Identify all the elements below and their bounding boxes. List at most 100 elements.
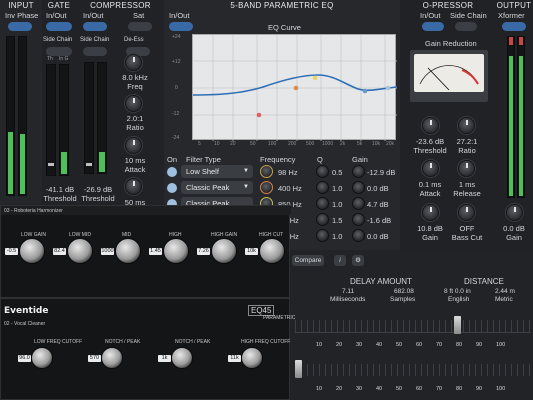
eq-band2-freq-knob[interactable]: [260, 181, 273, 194]
ev2-low-cutoff-label: LOW FREQ CUTOFF: [34, 339, 83, 345]
input-title: INPUT: [8, 1, 34, 10]
eq-inout-toggle[interactable]: [169, 22, 193, 31]
ev1-knob-row: -0.5 LOW GAIN 82.4 LOW MID 1000 MID 1.45…: [1, 230, 291, 290]
chevron-down-icon: ▼: [243, 168, 249, 174]
gear-icon[interactable]: ⚙: [352, 255, 364, 266]
output-xformer-toggle[interactable]: [502, 22, 526, 31]
delay-fine-thumb[interactable]: [295, 360, 302, 378]
distance-metric-value: 2.44 m: [495, 288, 515, 295]
ev2-knob-high-cutoff[interactable]: [241, 347, 263, 369]
ev2-knob-row: 96.0 LOW FREQ CUTOFF 570 NOTCH / PEAK 1k…: [1, 339, 291, 399]
ev1-knob-high-cut[interactable]: [259, 238, 285, 264]
ev1-knob-low-mid[interactable]: [67, 238, 93, 264]
gate-sidechain-toggle[interactable]: [46, 47, 72, 56]
op-threshold-knob[interactable]: [422, 117, 439, 134]
ev2-knob-notch-2[interactable]: [171, 347, 193, 369]
op-inout-label: In/Out: [420, 11, 441, 20]
eq-band3-gain: 4.7 dB: [367, 200, 389, 209]
comp-ratio-knob[interactable]: [125, 95, 142, 112]
gate-th-label: Th: [47, 56, 53, 62]
eq-band2-q-knob[interactable]: [316, 181, 329, 194]
op-sidechain-toggle[interactable]: [455, 22, 477, 31]
eq-band3-gain-knob[interactable]: [352, 197, 365, 210]
vu-meter-svg: [419, 65, 479, 91]
eq-band2-gain: 0.0 dB: [367, 184, 389, 193]
eq-curve-label: EQ Curve: [268, 23, 301, 32]
delay-coarse-thumb[interactable]: [454, 316, 461, 334]
ev1-high-gain-label: HIGH GAIN: [211, 232, 238, 238]
eq-xtick: 200: [288, 141, 297, 147]
op-attack-knob[interactable]: [422, 160, 439, 177]
op-ratio-knob[interactable]: [458, 117, 475, 134]
gate-threshold-meter: [46, 64, 56, 176]
eq-band2-gain-knob[interactable]: [352, 181, 365, 194]
compare-button[interactable]: Compare: [292, 255, 324, 266]
gate-inout-toggle[interactable]: [46, 22, 72, 31]
eq-band1-on[interactable]: [167, 167, 177, 177]
info-icon[interactable]: i: [334, 255, 346, 266]
comp-ratio-label: Ratio: [126, 123, 144, 132]
distance-english-label: English: [448, 296, 470, 303]
inv-phase-toggle[interactable]: [8, 22, 32, 31]
ev2-preset-name[interactable]: 02 - Vocal Cleaner: [4, 321, 45, 327]
eq-xtick: 20: [230, 141, 236, 147]
eq-band3-q-knob[interactable]: [316, 197, 329, 210]
eq-band1-type[interactable]: Low Shelf ▼: [181, 165, 253, 178]
eq-band4-handle[interactable]: [362, 88, 368, 94]
eq-header-on: On: [167, 155, 178, 164]
eq-band1-freq-knob[interactable]: [260, 165, 273, 178]
eq-xtick: 5k: [357, 141, 363, 147]
eq-xtick: 10: [214, 141, 220, 147]
eq-band5-gain-knob[interactable]: [352, 229, 365, 242]
eq-xtick: 50: [250, 141, 256, 147]
eq-band3-handle[interactable]: [312, 75, 318, 81]
eq-xtick: 10k: [372, 141, 381, 147]
ev1-preset-name[interactable]: 03 - Roboteria Harmonizer: [4, 208, 63, 214]
comp-sidechain-toggle[interactable]: [83, 47, 107, 56]
ev1-low-mid-label: LOW MID: [69, 232, 91, 238]
comp-attack-knob[interactable]: [125, 137, 142, 154]
eq-band1-q-knob[interactable]: [316, 165, 329, 178]
comp-release-knob[interactable]: [125, 178, 142, 195]
delay-samples-value: 682.08: [394, 288, 414, 295]
output-gain-knob[interactable]: [506, 204, 523, 221]
delay-scale-b-tick: 100: [496, 386, 506, 392]
ev2-knob-low-cutoff[interactable]: [31, 347, 53, 369]
ev2-knob-notch-1[interactable]: [101, 347, 123, 369]
op-inout-toggle[interactable]: [422, 22, 444, 31]
eq-band1-gain-knob[interactable]: [352, 165, 365, 178]
ev1-knob-low-gain[interactable]: [19, 238, 45, 264]
comp-inout-toggle[interactable]: [83, 22, 107, 31]
op-gain-knob[interactable]: [422, 204, 439, 221]
op-release-label: Release: [453, 189, 481, 198]
ev1-knob-high-gain[interactable]: [211, 238, 237, 264]
ev1-low-mid-value: 82.4: [53, 248, 66, 255]
eq-band2-type[interactable]: Classic Peak ▼: [181, 181, 253, 194]
comp-sat-toggle[interactable]: [128, 22, 152, 31]
delay-coarse-slider[interactable]: [295, 312, 531, 340]
ev2-model-sub: PARAMETRIC: [263, 315, 296, 321]
eq-band5-handle[interactable]: [385, 85, 391, 91]
distance-english-value: 8 ft 0.0 in: [444, 288, 471, 295]
delay-fine-slider[interactable]: [295, 356, 531, 384]
eq-band2-handle[interactable]: [293, 85, 299, 91]
op-ratio-label: Ratio: [458, 146, 476, 155]
ev1-knob-high[interactable]: [163, 238, 189, 264]
delay-scale-b-tick: 50: [396, 386, 403, 392]
delay-scale-b-tick: 40: [376, 386, 383, 392]
op-gain-value: 10.8 dB: [417, 224, 443, 233]
op-release-knob[interactable]: [458, 160, 475, 177]
comp-inout-label: In/Out: [83, 11, 104, 20]
ev1-knob-mid[interactable]: [115, 238, 141, 264]
eq-band2-on[interactable]: [167, 183, 177, 193]
comp-freq-knob[interactable]: [125, 54, 142, 71]
eq-band4-q-knob[interactable]: [316, 213, 329, 226]
eq-band1-handle[interactable]: [256, 112, 262, 118]
op-basscut-knob[interactable]: [458, 204, 475, 221]
eq-band5-q-knob[interactable]: [316, 229, 329, 242]
ev2-notch-2-label: NOTCH / PEAK: [175, 339, 211, 345]
op-attack-value: 0.1 ms: [418, 180, 442, 189]
eq-curve-graph[interactable]: [192, 34, 397, 141]
eq-band4-gain-knob[interactable]: [352, 213, 365, 226]
delay-scale-a-tick: 80: [456, 342, 463, 348]
